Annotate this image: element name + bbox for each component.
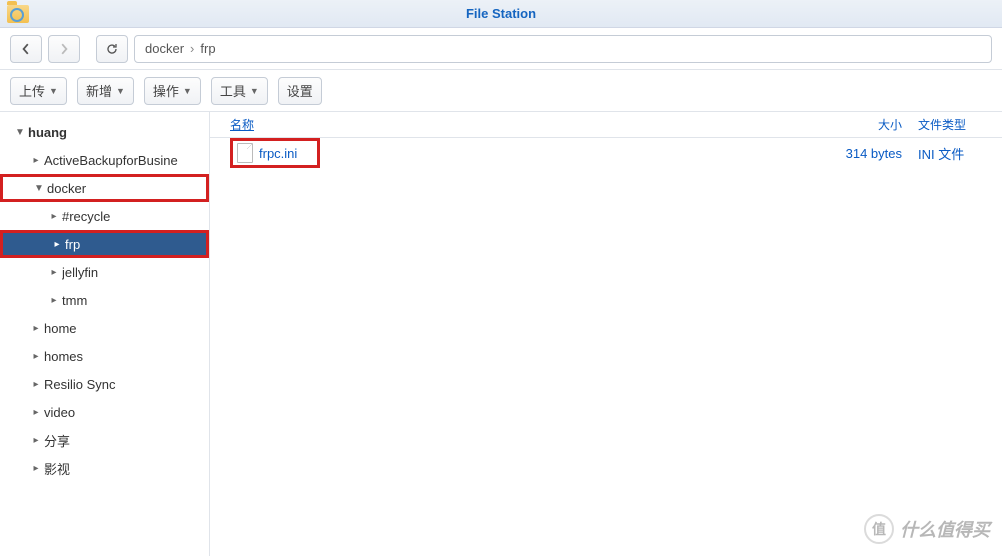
tree-item-label: home (44, 321, 77, 336)
tree-item-label: jellyfin (62, 265, 98, 280)
file-icon (237, 143, 253, 163)
list-header: 名称 大小 文件类型 (210, 112, 1002, 138)
column-type[interactable]: 文件类型 (912, 116, 1002, 133)
triangle-right-icon: ▸ (48, 295, 60, 306)
breadcrumb-path[interactable]: docker › frp (134, 35, 992, 63)
tool-button[interactable]: 工具 ▼ (211, 77, 268, 105)
file-entry[interactable]: frpc.ini (230, 138, 320, 168)
tree-item-label: 影视 (44, 459, 70, 478)
tree-item-docker[interactable]: ▼docker (0, 174, 209, 202)
tree-item--[interactable]: ▸分享 (0, 426, 209, 454)
file-row[interactable]: frpc.ini 314 bytesINI 文件 (210, 138, 1002, 168)
triangle-right-icon: ▸ (30, 323, 42, 334)
refresh-icon (106, 43, 118, 55)
watermark-badge: 值 (864, 514, 894, 544)
breadcrumb-part[interactable]: frp (200, 41, 215, 56)
column-size[interactable]: 大小 (812, 116, 912, 133)
main-area: ▼ huang ▸ActiveBackupforBusine▼docker▸#r… (0, 112, 1002, 556)
tree-item-label: homes (44, 349, 83, 364)
forward-button[interactable] (48, 35, 80, 63)
chevron-down-icon: ▼ (49, 86, 58, 96)
refresh-button[interactable] (96, 35, 128, 63)
tree-item-activebackupforbusine[interactable]: ▸ActiveBackupforBusine (0, 146, 209, 174)
tree-item-label: #recycle (62, 209, 110, 224)
triangle-right-icon: ▸ (30, 407, 42, 418)
tree-item-label: tmm (62, 293, 87, 308)
tree-item-label: frp (65, 237, 80, 252)
action-button[interactable]: 操作 ▼ (144, 77, 201, 105)
app-folder-icon (7, 5, 29, 23)
triangle-right-icon: ▸ (30, 435, 42, 446)
tree-item-tmm[interactable]: ▸tmm (0, 286, 209, 314)
chevron-down-icon: ▼ (250, 86, 259, 96)
column-name[interactable]: 名称 (210, 116, 812, 133)
list-body: frpc.ini 314 bytesINI 文件 (210, 138, 1002, 556)
chevron-down-icon: ▼ (183, 86, 192, 96)
app-icon-wrap (0, 5, 36, 23)
tree-item-homes[interactable]: ▸homes (0, 342, 209, 370)
action-toolbar: 上传 ▼ 新增 ▼ 操作 ▼ 工具 ▼ 设置 (0, 70, 1002, 112)
navigation-toolbar: docker › frp (0, 28, 1002, 70)
breadcrumb-separator: › (190, 41, 194, 56)
tree-item-home[interactable]: ▸home (0, 314, 209, 342)
triangle-right-icon: ▸ (30, 463, 42, 474)
back-button[interactable] (10, 35, 42, 63)
tree-item--[interactable]: ▸影视 (0, 454, 209, 482)
triangle-right-icon: ▸ (30, 379, 42, 390)
tree-item-label: video (44, 405, 75, 420)
file-type: INI 文件 (912, 144, 1002, 163)
tree-item-jellyfin[interactable]: ▸jellyfin (0, 258, 209, 286)
tree-item-label: 分享 (44, 431, 70, 450)
triangle-right-icon: ▸ (51, 239, 63, 250)
settings-button[interactable]: 设置 (278, 77, 322, 105)
breadcrumb-part[interactable]: docker (145, 41, 184, 56)
tree-item-label: docker (47, 181, 86, 196)
tree-item-label: ActiveBackupforBusine (44, 153, 178, 168)
file-size: 314 bytes (812, 146, 912, 161)
watermark-text: 什么值得买 (900, 516, 990, 542)
chevron-down-icon: ▼ (116, 86, 125, 96)
upload-button[interactable]: 上传 ▼ (10, 77, 67, 105)
triangle-down-icon: ▼ (33, 183, 45, 194)
triangle-right-icon: ▸ (48, 211, 60, 222)
tree-item-label: Resilio Sync (44, 377, 116, 392)
titlebar: File Station (0, 0, 1002, 28)
tree-item-video[interactable]: ▸video (0, 398, 209, 426)
watermark: 值 什么值得买 (864, 514, 990, 544)
chevron-left-icon (20, 43, 32, 55)
file-name: frpc.ini (259, 146, 297, 161)
tree-item-frp[interactable]: ▸frp (0, 230, 209, 258)
tree-root[interactable]: ▼ huang (0, 118, 209, 146)
folder-tree: ▼ huang ▸ActiveBackupforBusine▼docker▸#r… (0, 112, 210, 556)
new-button[interactable]: 新增 ▼ (77, 77, 134, 105)
triangle-right-icon: ▸ (30, 351, 42, 362)
tree-item-resilio-sync[interactable]: ▸Resilio Sync (0, 370, 209, 398)
triangle-right-icon: ▸ (30, 155, 42, 166)
app-title: File Station (36, 6, 966, 21)
tree-item--recycle[interactable]: ▸#recycle (0, 202, 209, 230)
chevron-right-icon (58, 43, 70, 55)
triangle-right-icon: ▸ (48, 267, 60, 278)
triangle-down-icon: ▼ (14, 127, 26, 138)
file-list-panel: 名称 大小 文件类型 frpc.ini 314 bytesINI 文件 (210, 112, 1002, 556)
